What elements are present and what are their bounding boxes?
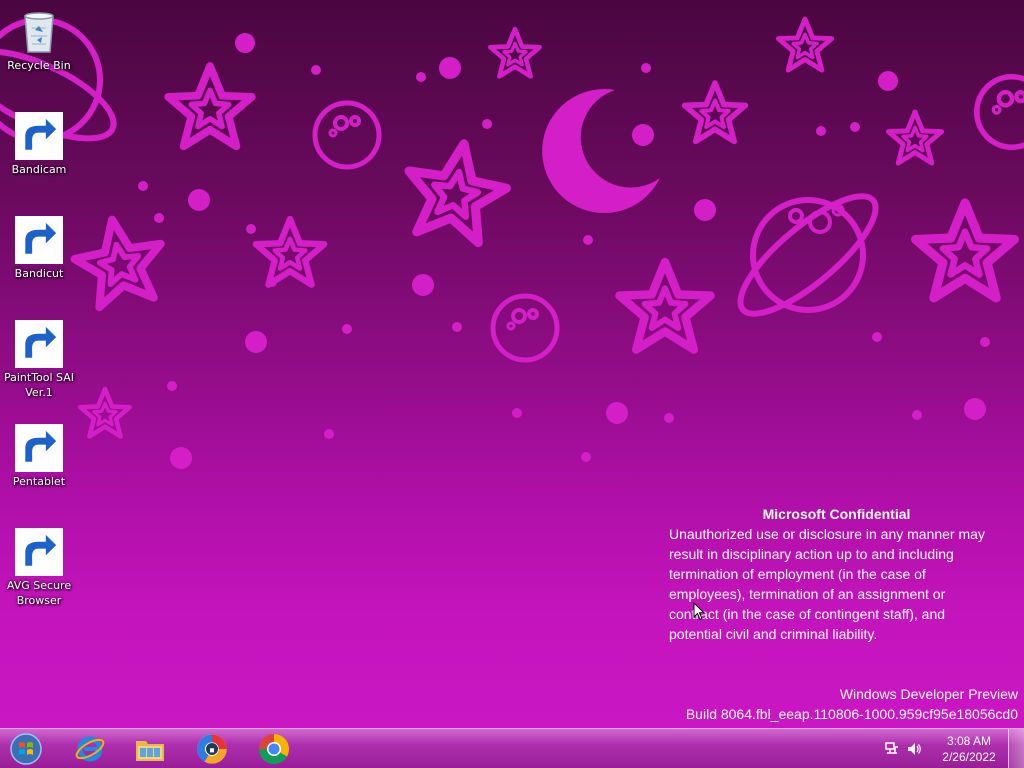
build-number: Build 8064.fbl_eeap.110806-1000.959cf95e… bbox=[685, 706, 1018, 722]
start-button[interactable] bbox=[2, 731, 50, 767]
clock-time: 3:08 AM bbox=[946, 734, 992, 748]
desktop-icon-label: Pentablet bbox=[12, 475, 66, 488]
network-icon[interactable] bbox=[884, 741, 900, 757]
desktop-icon-label: PaintTool SAI Ver.1 bbox=[3, 371, 75, 399]
avg-secure-browser-icon bbox=[197, 734, 227, 764]
clock-date: 2/26/2022 bbox=[942, 750, 996, 764]
desktop[interactable]: Recycle Bin Bandicam Bandicut PaintTool … bbox=[0, 0, 1024, 768]
confidential-line: employees), termination of an assignment… bbox=[669, 586, 946, 602]
star-shape bbox=[80, 389, 129, 436]
shortcut-arrow-icon bbox=[15, 320, 63, 368]
star-shape bbox=[490, 29, 539, 76]
taskbar-clock[interactable]: 3:08 AM 2/26/2022 bbox=[934, 733, 1004, 765]
star-shape bbox=[399, 135, 513, 246]
ringed-planet-shape bbox=[737, 193, 879, 317]
shortcut-arrow-icon bbox=[15, 216, 63, 264]
desktop-icon-bandicam[interactable]: Bandicam bbox=[2, 112, 76, 177]
shortcut-arrow-icon bbox=[15, 112, 63, 160]
shortcut-arrow-icon bbox=[15, 424, 63, 472]
desktop-icon-painttool-sai[interactable]: PaintTool SAI Ver.1 bbox=[2, 320, 76, 400]
star-shape bbox=[69, 212, 170, 310]
desktop-icon-label: Bandicut bbox=[14, 267, 64, 280]
planet-shape bbox=[493, 296, 557, 360]
planet-shape bbox=[315, 103, 379, 167]
volume-icon[interactable] bbox=[906, 741, 922, 757]
build-info: Windows Developer Preview Build 8064.fbl… bbox=[686, 684, 1018, 724]
desktop-icon-avg-secure-browser[interactable]: AVG Secure Browser bbox=[2, 528, 76, 608]
internet-explorer-icon bbox=[75, 736, 105, 762]
windows-orb-icon bbox=[10, 733, 42, 765]
confidential-watermark: Microsoft Confidential Unauthorized use … bbox=[669, 504, 1014, 644]
star-shape bbox=[619, 262, 710, 350]
file-explorer-icon bbox=[136, 741, 164, 761]
desktop-icon-label: AVG Secure Browser bbox=[6, 579, 72, 607]
desktop-icon-bandicut[interactable]: Bandicut bbox=[2, 216, 76, 281]
taskbar-pinned-avg-secure-browser[interactable] bbox=[186, 731, 238, 767]
confidential-line: potential civil and criminal liability. bbox=[669, 626, 878, 642]
desktop-icon-recycle-bin[interactable]: Recycle Bin bbox=[2, 8, 76, 73]
desktop-icon-label: Recycle Bin bbox=[7, 59, 71, 72]
taskbar-pinned-internet-explorer[interactable] bbox=[64, 731, 116, 767]
star-shape bbox=[256, 219, 324, 285]
confidential-line: result in disciplinary action up to and … bbox=[669, 546, 954, 562]
system-tray: 3:08 AM 2/26/2022 bbox=[874, 729, 1024, 768]
taskbar-pinned-chrome[interactable] bbox=[248, 731, 300, 767]
desktop-icon-pentablet[interactable]: Pentablet bbox=[2, 424, 76, 489]
moon-shape bbox=[542, 89, 660, 214]
star-shape bbox=[888, 112, 941, 163]
star-shape bbox=[778, 19, 831, 70]
taskbar-pinned-file-explorer[interactable] bbox=[124, 731, 176, 767]
star-shape bbox=[685, 83, 746, 141]
chrome-icon bbox=[259, 734, 289, 765]
build-edition: Windows Developer Preview bbox=[839, 686, 1018, 702]
mouse-cursor-icon bbox=[693, 602, 705, 621]
recycle-bin-icon bbox=[24, 12, 54, 53]
confidential-title: Microsoft Confidential bbox=[762, 506, 911, 522]
confidential-line: Unauthorized use or disclosure in any ma… bbox=[669, 526, 985, 542]
taskbar: 3:08 AM 2/26/2022 bbox=[0, 728, 1024, 768]
planet-shape bbox=[977, 77, 1024, 147]
confidential-line: contract (in the case of contingent staf… bbox=[669, 606, 946, 622]
show-desktop-button[interactable] bbox=[1008, 729, 1024, 768]
shortcut-arrow-icon bbox=[15, 528, 63, 576]
confidential-line: termination of employment (in the case o… bbox=[669, 566, 926, 582]
desktop-icon-label: Bandicam bbox=[11, 163, 67, 176]
star-shape bbox=[916, 203, 1015, 298]
star-shape bbox=[168, 66, 252, 146]
